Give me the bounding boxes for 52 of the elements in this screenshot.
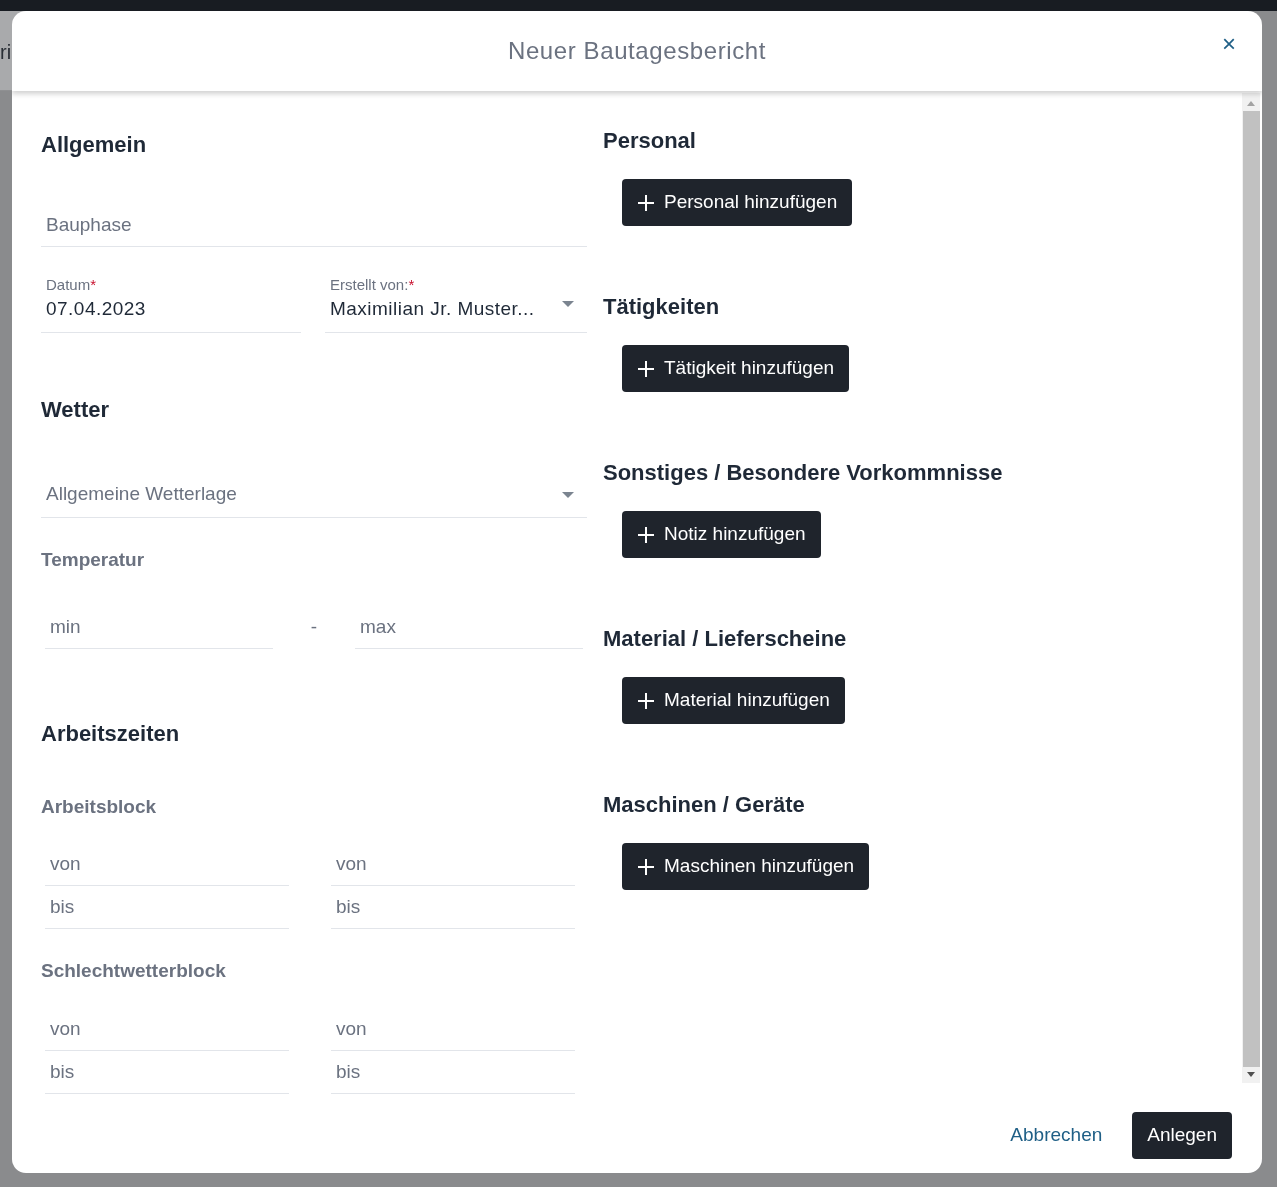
- time-to-field[interactable]: bis: [331, 1050, 575, 1094]
- scroll-up-icon[interactable]: [1246, 99, 1256, 107]
- time-from-field[interactable]: von: [45, 1007, 289, 1051]
- time-from-field[interactable]: von: [331, 843, 575, 886]
- range-separator: -: [309, 615, 319, 640]
- field-label: Datum: [46, 275, 91, 295]
- plus-icon: [637, 691, 655, 710]
- section-heading: Personal: [603, 127, 697, 155]
- plus-icon: [637, 525, 655, 544]
- max-temperature-field[interactable]: max: [355, 606, 583, 649]
- close-button[interactable]: ×: [1220, 33, 1238, 55]
- section-heading: Sonstiges / Besondere Vorkommnisse: [603, 459, 1003, 487]
- add-button[interactable]: Notiz hinzufügen: [622, 511, 821, 558]
- plus-icon: [637, 857, 655, 876]
- time-to-field[interactable]: bis: [331, 886, 575, 929]
- section-heading: Maschinen / Geräte: [603, 791, 806, 819]
- date-field[interactable]: Datum* 07.04.2023: [41, 275, 301, 333]
- time-from-field[interactable]: von: [331, 1007, 575, 1051]
- field-value: Maximilian Jr. Muster...: [330, 297, 535, 321]
- add-button[interactable]: Tätigkeit hinzufügen: [622, 345, 850, 392]
- section-heading: Material / Lieferscheine: [603, 625, 848, 653]
- required-mark: *: [408, 275, 415, 295]
- add-button[interactable]: Maschinen hinzufügen: [622, 843, 870, 890]
- section-heading: Tätigkeiten: [603, 293, 721, 321]
- background-text: ri: [0, 40, 12, 64]
- submit-button[interactable]: Anlegen: [1132, 1112, 1232, 1159]
- phase-field[interactable]: Bauphase: [41, 203, 587, 247]
- scrollbar[interactable]: [1242, 93, 1260, 1083]
- subsection-heading: Schlechtwetterblock: [41, 959, 227, 983]
- weather-dropdown[interactable]: Allgemeine Wetterlage: [41, 472, 587, 518]
- dialog-title: Neuer Bautagesbericht: [507, 36, 767, 66]
- subsection-heading: Arbeitsblock: [41, 794, 158, 819]
- field-value: 07.04.2023: [46, 297, 146, 321]
- dropdown-caret-icon: [561, 299, 575, 308]
- time-from-field[interactable]: von: [45, 843, 289, 886]
- cancel-button[interactable]: Abbrechen: [1010, 1121, 1103, 1150]
- section-heading: Allgemein: [41, 131, 148, 159]
- required-mark: *: [90, 275, 97, 295]
- min-temperature-field[interactable]: min: [45, 606, 273, 649]
- add-button[interactable]: Personal hinzufügen: [622, 179, 853, 226]
- add-button[interactable]: Material hinzufügen: [622, 677, 845, 724]
- time-to-field[interactable]: bis: [45, 1050, 289, 1094]
- author-dropdown[interactable]: Erstellt von:* Maximilian Jr. Muster...: [325, 275, 587, 333]
- plus-icon: [637, 359, 655, 378]
- time-to-field[interactable]: bis: [45, 886, 289, 929]
- section-heading: Arbeitszeiten: [41, 719, 181, 748]
- subsection-heading: Temperatur: [41, 548, 146, 572]
- plus-icon: [637, 193, 655, 212]
- section-heading: Wetter: [41, 396, 111, 424]
- field-label: Erstellt von:: [330, 275, 409, 295]
- scroll-down-icon[interactable]: [1246, 1071, 1256, 1079]
- dropdown-caret-icon: [561, 490, 575, 499]
